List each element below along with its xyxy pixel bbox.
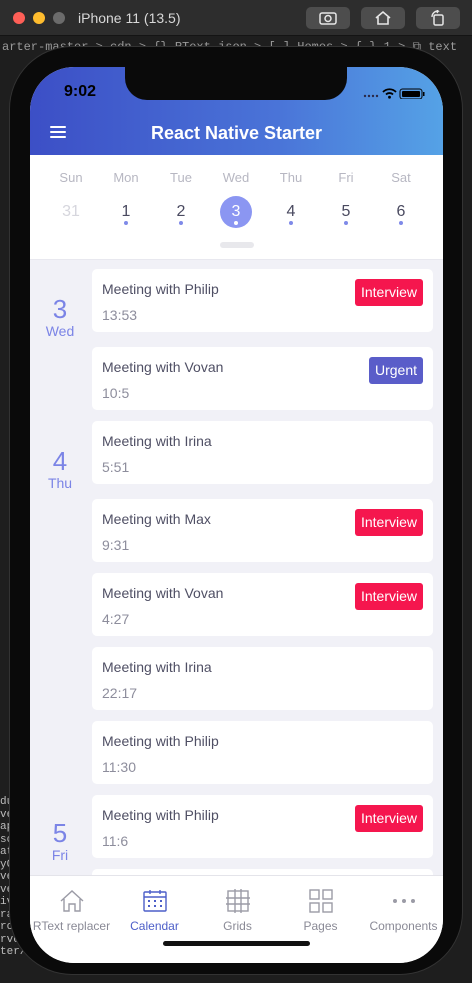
event-dot: [344, 221, 348, 225]
agenda-day-label: 4 Thu: [47, 446, 73, 491]
status-icons: [363, 86, 425, 104]
window-title: iPhone 11 (13.5): [78, 10, 181, 26]
more-icon: [393, 899, 415, 903]
event-dot: [234, 221, 238, 225]
event-card[interactable]: Meeting with Philip 11:30: [92, 721, 433, 784]
event-badge: Interview: [354, 583, 423, 610]
wifi-icon: [382, 88, 397, 99]
home-button[interactable]: [361, 7, 405, 29]
calendar-icon: [143, 890, 167, 912]
home-icon: [60, 890, 84, 912]
rotate-icon: [431, 10, 444, 26]
tab-calendar[interactable]: Calendar: [113, 876, 196, 936]
day-number: 31: [62, 203, 80, 220]
camera-icon: [319, 12, 337, 25]
home-indicator: [163, 941, 310, 946]
agenda-day-label: 5 Fri: [51, 818, 69, 863]
event-card[interactable]: Meeting with Max 9:31 Interview: [92, 499, 433, 562]
event-card[interactable]: Meeting with Vovan 10:5 Urgent: [92, 347, 433, 410]
simulator-title-bar: iPhone 11 (13.5): [0, 0, 472, 36]
rotate-button[interactable]: [416, 7, 460, 29]
app-screen: 9:02 React Native Starter Sun 31 Mon 1 T…: [30, 67, 443, 963]
screenshot-button[interactable]: [306, 7, 350, 29]
event-dot: [124, 221, 128, 225]
close-window-button[interactable]: [13, 12, 25, 24]
tab-grids[interactable]: Grids: [196, 876, 279, 936]
event-badge: Interview: [354, 509, 423, 536]
tab-rtext-replacer[interactable]: RText replacer: [30, 876, 113, 936]
agenda-list[interactable]: 3 Wed 4 Thu 5 Fri Meeting with Philip 13…: [30, 260, 443, 875]
week-strip: Sun 31 Mon 1 Tue 2 Wed 3 Thu 4 Fri 5 Sat…: [30, 155, 443, 260]
pages-icon: [309, 889, 333, 913]
page-title: React Native Starter: [150, 123, 323, 143]
event-badge: Interview: [354, 279, 423, 306]
tab-pages[interactable]: Pages: [279, 876, 362, 936]
battery-icon: [399, 88, 425, 100]
signal-icon: [363, 94, 379, 98]
app-header: 9:02 React Native Starter: [30, 67, 443, 155]
tab-components[interactable]: Components: [362, 876, 443, 936]
event-dot: [179, 221, 183, 225]
home-icon: [375, 10, 391, 25]
agenda-day-label: 3 Wed: [45, 294, 75, 339]
event-badge: Urgent: [368, 357, 423, 384]
grid-icon: [226, 889, 250, 913]
status-time: 9:02: [64, 83, 97, 100]
device-notch: [125, 67, 347, 100]
event-dot: [289, 221, 293, 225]
event-card[interactable]: Meeting with Irina 5:51: [92, 421, 433, 484]
minimize-window-button[interactable]: [33, 12, 45, 24]
event-card[interactable]: Meeting with Irina 22:17: [92, 647, 433, 710]
zoom-window-button[interactable]: [53, 12, 65, 24]
bottom-tab-bar: RText replacer Calendar Grids Pages Comp…: [30, 875, 443, 963]
event-card[interactable]: Meeting with Philip 13:53 Interview: [92, 269, 433, 332]
event-dot: [399, 221, 403, 225]
event-card[interactable]: Meeting with Vovan 4:27 Interview: [92, 573, 433, 636]
event-card[interactable]: Meeting with Philip 11:6 Interview: [92, 795, 433, 858]
calendar-drag-handle[interactable]: [220, 242, 254, 248]
event-badge: Interview: [354, 805, 423, 832]
